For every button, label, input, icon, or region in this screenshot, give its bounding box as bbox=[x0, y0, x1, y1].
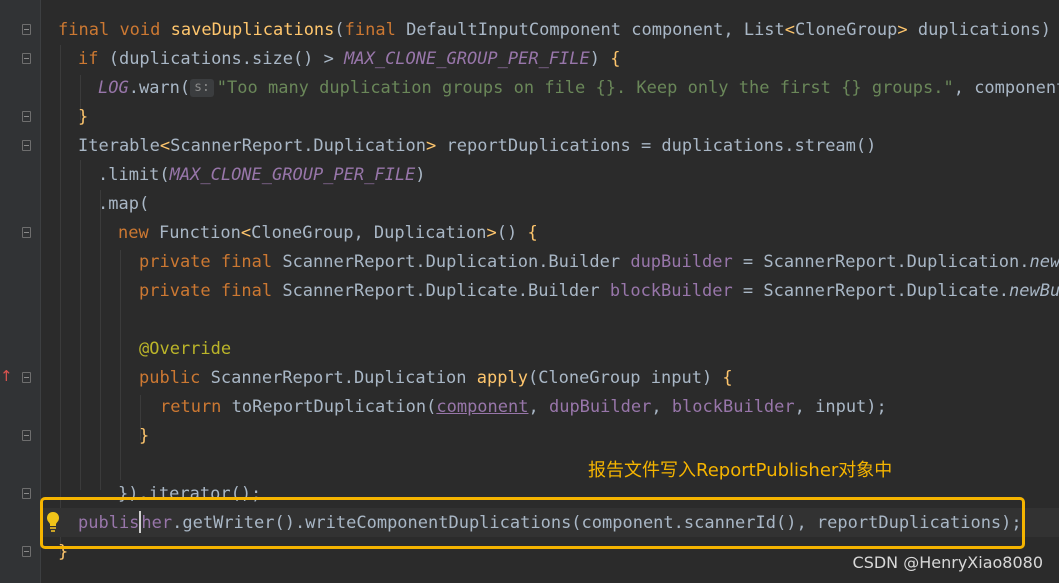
highlight-box bbox=[40, 497, 1025, 549]
constant: MAX_CLONE_GROUP_PER_FILE bbox=[344, 49, 590, 69]
override-arrow-icon[interactable]: ↑ bbox=[0, 366, 13, 386]
code-text: , component bbox=[953, 78, 1059, 98]
indent-guide bbox=[80, 160, 81, 490]
code-text: (CloneGroup input) bbox=[527, 368, 723, 388]
code-text: ) bbox=[415, 165, 426, 185]
code-text: , bbox=[528, 397, 549, 417]
field-name: dupBuilder bbox=[630, 252, 733, 272]
generic-bracket: > bbox=[486, 223, 497, 243]
code-text: duplications) bbox=[907, 20, 1059, 40]
constant: MAX_CLONE_GROUP_PER_FILE bbox=[169, 165, 416, 185]
code-line[interactable]: private final ScannerReport.Duplicate.Bu… bbox=[139, 277, 1059, 306]
type-name: ScannerReport.Duplication bbox=[170, 136, 427, 156]
code-line[interactable]: LOG.warn(s: "Too many duplication groups … bbox=[98, 74, 1059, 103]
code-line[interactable]: final void saveDuplications(final Defaul… bbox=[58, 16, 1059, 45]
brace: } bbox=[139, 426, 150, 446]
field-name: blockBuilder bbox=[671, 397, 795, 417]
annotation: @Override bbox=[139, 339, 232, 359]
code-text: .map( bbox=[98, 194, 150, 214]
code-editor[interactable]: ↑ final void saveDuplications(final Defa… bbox=[0, 0, 1059, 583]
fold-marker-icon[interactable] bbox=[22, 546, 31, 557]
code-line[interactable]: @Override bbox=[139, 335, 231, 364]
keyword: return bbox=[160, 397, 222, 417]
fold-marker-icon[interactable] bbox=[22, 430, 31, 441]
fold-marker-icon[interactable] bbox=[22, 53, 31, 64]
keyword: private bbox=[139, 252, 211, 272]
type-name: CloneGroup, Duplication bbox=[251, 223, 487, 243]
static-call: newBu bbox=[1009, 281, 1059, 301]
generic-bracket: < bbox=[784, 20, 796, 40]
brace: { bbox=[527, 223, 538, 243]
keyword: final bbox=[58, 20, 110, 40]
fold-marker-icon[interactable] bbox=[22, 140, 31, 151]
code-text: DefaultInputComponent component, List bbox=[395, 20, 785, 40]
code-text: (duplications.size() > bbox=[98, 49, 345, 69]
keyword: private bbox=[139, 281, 211, 301]
code-text: Function bbox=[148, 223, 241, 243]
indent-guide bbox=[60, 45, 61, 555]
brace: } bbox=[78, 107, 89, 127]
brace: { bbox=[722, 368, 733, 388]
field-name: blockBuilder bbox=[609, 281, 733, 301]
field-name: component bbox=[436, 397, 529, 417]
code-line[interactable]: public ScannerReport.Duplication apply(C… bbox=[139, 364, 733, 393]
code-text: .limit( bbox=[98, 165, 170, 185]
static-call: newB bbox=[1029, 252, 1059, 272]
generic-bracket: < bbox=[159, 136, 171, 156]
keyword: new bbox=[118, 223, 149, 243]
logger-field: LOG bbox=[98, 78, 129, 98]
code-text: ) bbox=[589, 49, 611, 69]
code-text: reportDuplications = duplications.stream… bbox=[436, 136, 877, 156]
code-line[interactable]: .map( bbox=[98, 190, 149, 219]
fold-marker-icon[interactable] bbox=[22, 24, 31, 35]
code-text: = ScannerReport.Duplicate. bbox=[732, 281, 1010, 301]
code-line[interactable]: .limit(MAX_CLONE_GROUP_PER_FILE) bbox=[98, 161, 426, 190]
fold-marker-icon[interactable] bbox=[22, 372, 31, 383]
code-line[interactable]: } bbox=[78, 103, 88, 132]
code-text: = ScannerReport.Duplication. bbox=[732, 252, 1030, 272]
generic-bracket: > bbox=[897, 20, 908, 40]
code-text: , bbox=[651, 397, 672, 417]
code-text: ScannerReport.Duplicate.Builder bbox=[272, 281, 610, 301]
generic-bracket: > bbox=[426, 136, 437, 156]
code-text: , input); bbox=[794, 397, 887, 417]
code-line[interactable]: new Function<CloneGroup, Duplication>() … bbox=[118, 219, 538, 248]
code-text: ScannerReport.Duplication bbox=[200, 368, 477, 388]
code-line[interactable]: if (duplications.size() > MAX_CLONE_GROU… bbox=[78, 45, 621, 74]
code-line[interactable]: private final ScannerReport.Duplication.… bbox=[139, 248, 1059, 277]
string-literal: "Too many duplication groups on file {}.… bbox=[216, 78, 954, 98]
method-name: apply bbox=[476, 368, 528, 388]
code-line[interactable]: } bbox=[139, 422, 149, 451]
generic-bracket: < bbox=[240, 223, 252, 243]
parameter-hint: s: bbox=[190, 79, 214, 97]
indent-guide bbox=[120, 250, 121, 480]
fold-marker-icon[interactable] bbox=[22, 488, 31, 499]
code-text: .warn( bbox=[128, 78, 191, 98]
code-text: toReportDuplication( bbox=[221, 397, 437, 417]
code-text: () bbox=[496, 223, 528, 243]
fold-marker-icon[interactable] bbox=[22, 111, 31, 122]
brace: { bbox=[610, 49, 621, 69]
code-text: ( bbox=[334, 20, 345, 40]
fold-marker-icon[interactable] bbox=[22, 227, 31, 238]
code-line[interactable]: Iterable<ScannerReport.Duplication> repo… bbox=[78, 132, 876, 161]
code-text: Iterable bbox=[78, 136, 160, 156]
keyword: void bbox=[119, 20, 161, 40]
keyword: final bbox=[220, 281, 273, 301]
field-name: dupBuilder bbox=[548, 397, 652, 417]
watermark: CSDN @HenryXiao8080 bbox=[852, 553, 1043, 572]
keyword: public bbox=[139, 368, 201, 388]
keyword: final bbox=[344, 20, 396, 40]
type-name: CloneGroup bbox=[795, 20, 898, 40]
keyword: if bbox=[78, 49, 99, 69]
method-name: saveDuplications bbox=[170, 20, 335, 40]
editor-gutter[interactable] bbox=[0, 0, 40, 583]
keyword: final bbox=[220, 252, 273, 272]
annotation-label: 报告文件写入ReportPublisher对象中 bbox=[588, 460, 893, 481]
code-line[interactable]: return toReportDuplication(component, du… bbox=[160, 393, 887, 422]
gutter-separator bbox=[40, 0, 41, 583]
indent-guide bbox=[100, 190, 101, 490]
code-text: ScannerReport.Duplication.Builder bbox=[272, 252, 631, 272]
